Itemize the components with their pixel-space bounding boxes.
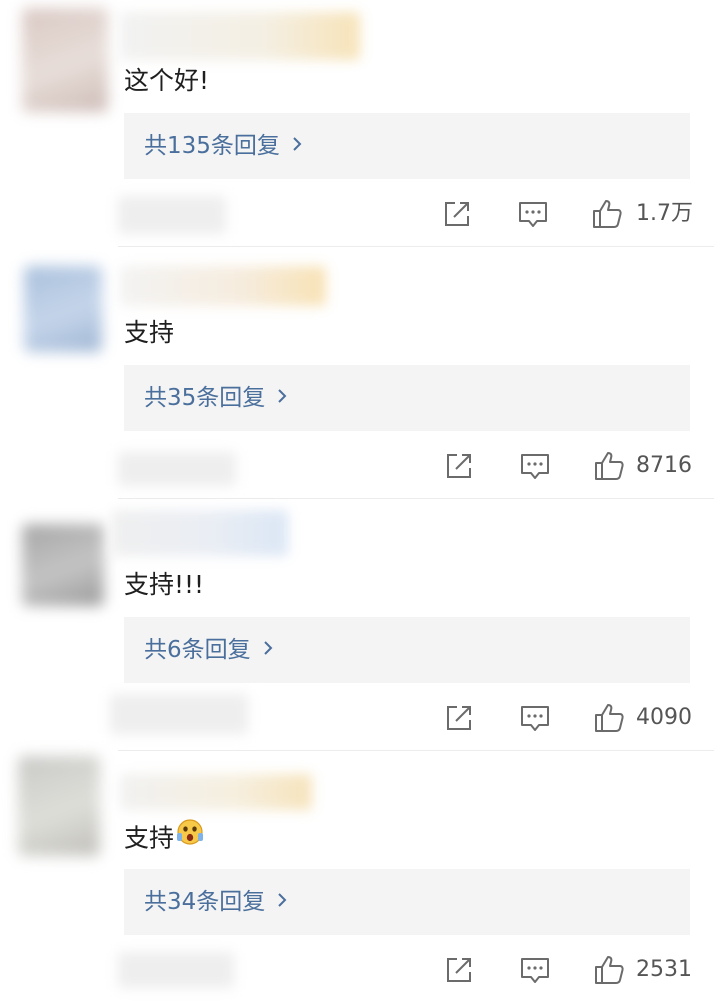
like-icon[interactable] — [590, 197, 624, 231]
avatar[interactable] — [22, 524, 104, 606]
timestamp-blurred — [118, 196, 226, 234]
view-replies-button[interactable]: 共135条回复 — [124, 113, 690, 179]
username-blurred[interactable] — [112, 510, 288, 556]
like-count: 1.7万 — [636, 201, 693, 226]
chevron-right-icon — [263, 632, 273, 666]
reply-icon[interactable] — [518, 953, 552, 987]
avatar[interactable] — [22, 8, 108, 112]
timestamp-blurred — [110, 694, 248, 734]
reply-icon[interactable] — [518, 449, 552, 483]
username-blurred[interactable] — [120, 774, 312, 810]
share-icon[interactable] — [440, 197, 474, 231]
comment-text: 支持 — [124, 817, 205, 859]
divider — [118, 750, 714, 751]
like-count: 4090 — [636, 705, 692, 730]
like-icon[interactable] — [592, 953, 626, 987]
comment-text: 支持 — [124, 318, 175, 347]
avatar[interactable] — [24, 266, 102, 352]
comment-item: 支持!!! 共6条回复 4090 — [0, 504, 714, 756]
divider — [118, 498, 714, 499]
replies-count-label: 共34条回复 — [144, 889, 266, 915]
reply-icon[interactable] — [518, 701, 552, 735]
comment-item: 这个好! 共135条回复 1.7万 — [0, 0, 714, 252]
share-icon[interactable] — [442, 701, 476, 735]
chevron-right-icon — [277, 884, 287, 918]
comment-text: 这个好! — [124, 66, 210, 95]
share-icon[interactable] — [442, 449, 476, 483]
comment-item: 支持 共34条回复 2531 — [0, 756, 714, 1008]
chevron-right-icon — [277, 380, 287, 414]
chevron-right-icon — [292, 128, 302, 162]
username-blurred[interactable] — [120, 12, 360, 60]
replies-count-label: 共135条回复 — [144, 133, 280, 159]
view-replies-button[interactable]: 共35条回复 — [124, 365, 690, 431]
divider — [118, 246, 714, 247]
view-replies-button[interactable]: 共34条回复 — [124, 869, 690, 935]
replies-count-label: 共35条回复 — [144, 385, 266, 411]
replies-count-label: 共6条回复 — [144, 637, 251, 663]
like-icon[interactable] — [592, 701, 626, 735]
like-count: 8716 — [636, 453, 692, 478]
username-blurred[interactable] — [120, 266, 326, 306]
surprised-emoji-icon — [175, 817, 205, 856]
like-icon[interactable] — [592, 449, 626, 483]
view-replies-button[interactable]: 共6条回复 — [124, 617, 690, 683]
avatar[interactable] — [18, 756, 100, 856]
timestamp-blurred — [118, 952, 234, 988]
reply-icon[interactable] — [516, 197, 550, 231]
share-icon[interactable] — [442, 953, 476, 987]
timestamp-blurred — [118, 452, 236, 486]
like-count: 2531 — [636, 957, 692, 982]
comment-item: 支持 共35条回复 8716 — [0, 252, 714, 504]
comment-text: 支持!!! — [124, 570, 205, 599]
